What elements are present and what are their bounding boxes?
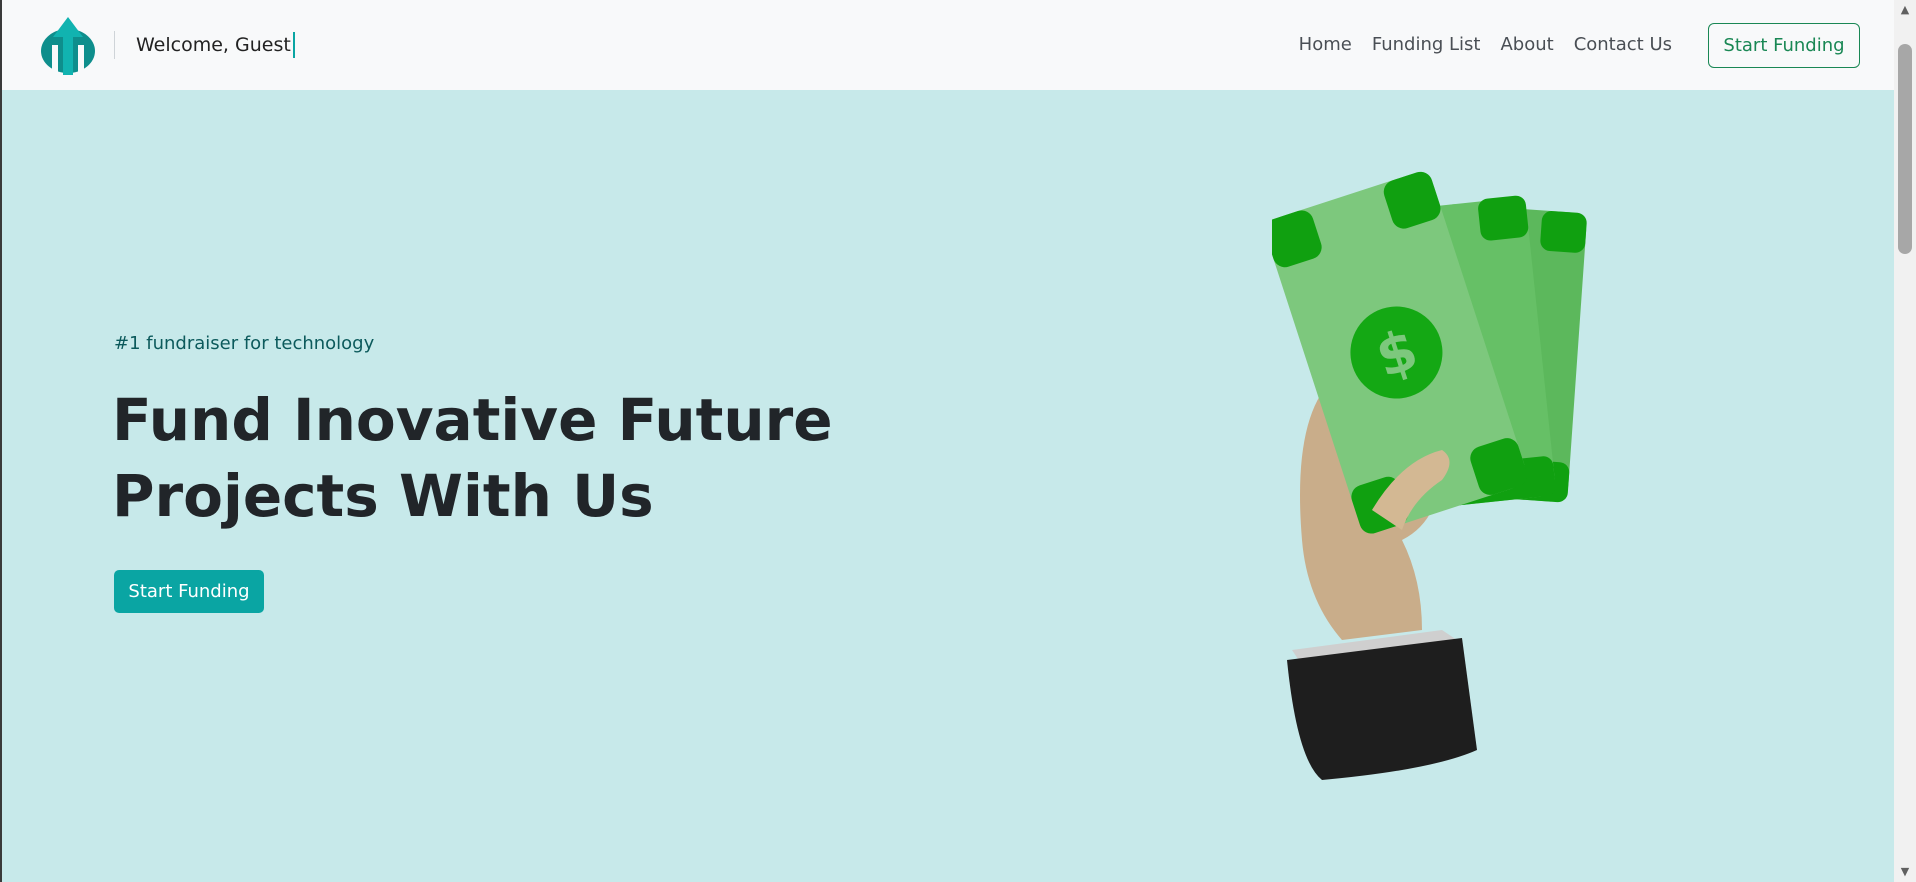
hero-start-funding-button[interactable]: Start Funding	[114, 570, 264, 613]
nav-link-about[interactable]: About	[1490, 31, 1563, 59]
page-viewport: Welcome, Guest Home Funding List About C…	[2, 0, 1894, 882]
hand-holding-money-icon: $	[1272, 171, 1587, 780]
nav-links: Home Funding List About Contact Us	[1289, 31, 1682, 59]
welcome-text: Welcome, Guest	[136, 32, 295, 58]
hero-title-line-1: Fund Inovative Future	[112, 386, 833, 454]
logo-icon[interactable]	[38, 15, 98, 75]
vertical-scrollbar[interactable]: ▲ ▼	[1894, 0, 1916, 882]
navbar-divider	[114, 31, 115, 59]
scrollbar-thumb[interactable]	[1898, 44, 1912, 254]
hero-title-line-2: Projects With Us	[112, 462, 654, 530]
scroll-up-arrow-icon[interactable]: ▲	[1894, 0, 1916, 20]
nav-link-home[interactable]: Home	[1289, 31, 1362, 59]
scroll-down-arrow-icon[interactable]: ▼	[1894, 862, 1916, 882]
hero-eyebrow: #1 fundraiser for technology	[114, 333, 375, 354]
nav-link-funding-list[interactable]: Funding List	[1362, 31, 1491, 59]
nav-start-funding-button[interactable]: Start Funding	[1708, 23, 1860, 68]
nav-link-contact-us[interactable]: Contact Us	[1564, 31, 1682, 59]
hero-title: Fund Inovative Future Projects With Us	[112, 382, 872, 534]
navbar: Welcome, Guest Home Funding List About C…	[2, 0, 1894, 90]
